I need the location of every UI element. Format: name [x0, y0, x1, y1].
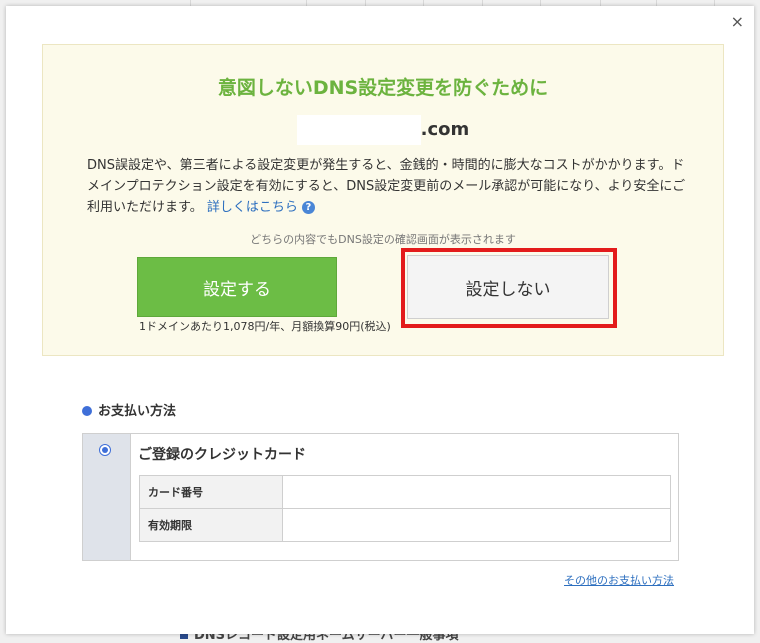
- credit-card-radio[interactable]: [99, 444, 111, 456]
- card-details-table: カード番号 有効期限: [139, 475, 671, 542]
- disable-protection-button[interactable]: 設定しない: [407, 255, 609, 319]
- domain-name: .com: [43, 115, 723, 145]
- protection-notice-panel: 意図しないDNS設定変更を防ぐために .com DNS誤設定や、第三者による設定…: [42, 44, 724, 356]
- radio-column: [83, 434, 131, 560]
- close-icon[interactable]: ×: [731, 14, 744, 30]
- table-row: カード番号: [139, 475, 671, 509]
- other-payment-methods-link[interactable]: その他のお支払い方法: [564, 572, 674, 588]
- notice-title: 意図しないDNS設定変更を防ぐために: [217, 77, 549, 99]
- redacted-domain: [296, 115, 421, 145]
- dns-protection-modal: × 意図しないDNS設定変更を防ぐために .com DNS誤設定や、第三者による…: [6, 6, 754, 634]
- table-row: 有効期限: [139, 508, 671, 542]
- enable-protection-button[interactable]: 設定する: [137, 257, 337, 317]
- payment-method-box: ご登録のクレジットカード カード番号 有効期限: [82, 433, 679, 561]
- notice-description: DNS誤設定や、第三者による設定変更が発生すると、金銭的・時間的に膨大なコストが…: [87, 158, 686, 215]
- payment-section-title: お支払い方法: [82, 400, 176, 419]
- expiry-value: [282, 508, 671, 542]
- help-icon[interactable]: ?: [301, 201, 315, 214]
- price-note: 1ドメインあたり1,078円/年、月額換算90円(税込): [139, 320, 391, 333]
- confirmation-hint: どちらの内容でもDNS設定の確認画面が表示されます: [250, 233, 516, 246]
- bullet-dot-icon: [82, 406, 92, 416]
- expiry-label: 有効期限: [139, 508, 283, 542]
- card-number-value: [282, 475, 671, 509]
- details-link[interactable]: 詳しくはこちら: [207, 200, 298, 215]
- card-number-label: カード番号: [139, 475, 283, 509]
- card-option-title: ご登録のクレジットカード: [138, 447, 306, 463]
